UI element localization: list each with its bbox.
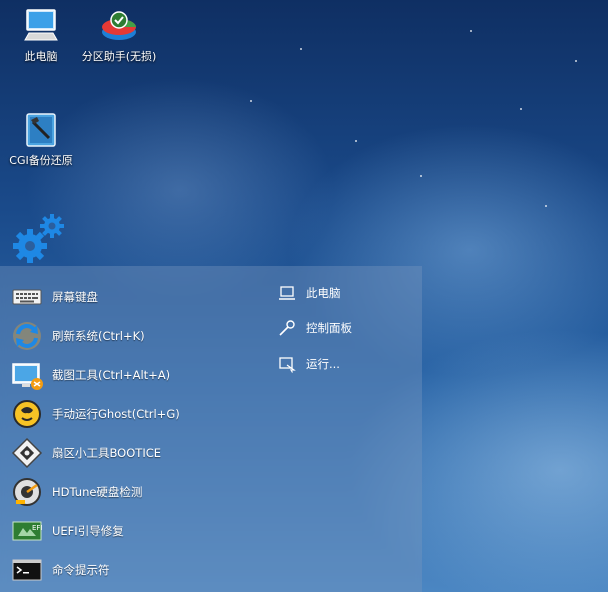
menu-item-label: 截图工具(Ctrl+Alt+A): [52, 368, 171, 382]
menu-item-uefi-repair[interactable]: EFI UEFI引导修复: [10, 514, 260, 548]
desktop-icon-this-pc[interactable]: 此电脑: [2, 6, 80, 63]
menu-item-onscreen-keyboard[interactable]: 屏幕键盘: [10, 280, 260, 314]
star: [355, 140, 357, 142]
star: [420, 175, 422, 177]
star: [470, 30, 472, 32]
star: [250, 100, 252, 102]
screenshot-tool-icon: [10, 358, 44, 392]
computer-icon: [21, 6, 61, 46]
desktop: { "desktop": { "icons": [ {"label": "此电脑…: [0, 0, 608, 592]
start-menu: 屏幕键盘 刷新系统(Ctrl+K) 截图工具(Ctrl+Alt+A) 手动运行G…: [0, 266, 422, 592]
uefi-repair-icon: EFI: [10, 514, 44, 548]
laptop-icon: [278, 284, 296, 302]
menu-item-label: UEFI引导修复: [52, 524, 124, 538]
menu-item-manual-ghost[interactable]: 手动运行Ghost(Ctrl+G): [10, 397, 260, 431]
run-icon: [278, 355, 296, 373]
menu-item-bootice[interactable]: 扇区小工具BOOTICE: [10, 436, 260, 470]
desktop-icon-label: 分区助手(无损): [81, 50, 157, 63]
keyboard-icon: [10, 280, 44, 314]
star: [575, 60, 577, 62]
start-button-gear-icon[interactable]: [12, 212, 68, 266]
refresh-icon: [10, 319, 44, 353]
command-prompt-icon: [10, 553, 44, 587]
desktop-icon-label: 此电脑: [24, 50, 58, 63]
menu-item-label: 手动运行Ghost(Ctrl+G): [52, 407, 180, 421]
menu-item-label: HDTune硬盘检测: [52, 485, 143, 499]
menu-item-screenshot-tool[interactable]: 截图工具(Ctrl+Alt+A): [10, 358, 260, 392]
svg-text:EFI: EFI: [32, 524, 43, 532]
menu-link-label: 控制面板: [306, 321, 352, 335]
menu-item-command-prompt[interactable]: 命令提示符: [10, 553, 260, 587]
partition-assistant-icon: [99, 6, 139, 46]
star: [545, 205, 547, 207]
menu-link-label: 此电脑: [306, 286, 341, 300]
menu-item-label: 扇区小工具BOOTICE: [52, 446, 162, 460]
ghost-icon: [10, 397, 44, 431]
menu-link-control-panel[interactable]: 控制面板: [278, 317, 352, 339]
menu-item-hdtune[interactable]: HDTune硬盘检测: [10, 475, 260, 509]
bootice-icon: [10, 436, 44, 470]
hdtune-icon: [10, 475, 44, 509]
menu-item-label: 屏幕键盘: [52, 290, 98, 304]
menu-link-label: 运行...: [306, 357, 340, 371]
cgi-backup-icon: [21, 110, 61, 150]
menu-link-run[interactable]: 运行...: [278, 353, 340, 375]
desktop-icon-cgi-backup[interactable]: CGI备份还原: [2, 110, 80, 167]
star: [300, 48, 302, 50]
desktop-icon-label: CGI备份还原: [9, 154, 73, 167]
desktop-icon-partition-assistant[interactable]: 分区助手(无损): [80, 6, 158, 63]
wrench-icon: [278, 319, 296, 337]
star: [520, 108, 522, 110]
menu-item-label: 刷新系统(Ctrl+K): [52, 329, 145, 343]
menu-item-refresh-system[interactable]: 刷新系统(Ctrl+K): [10, 319, 260, 353]
menu-link-this-pc[interactable]: 此电脑: [278, 282, 341, 304]
menu-item-label: 命令提示符: [52, 563, 110, 577]
